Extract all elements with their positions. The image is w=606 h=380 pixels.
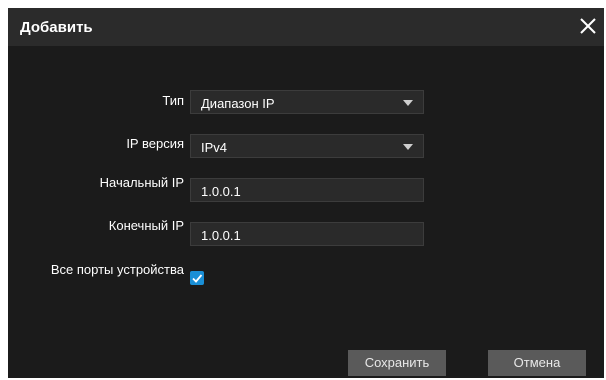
- type-select[interactable]: Диапазон IP: [190, 90, 424, 114]
- start-ip-label: Начальный IP: [99, 175, 184, 190]
- end-ip-input[interactable]: 1.0.0.1: [190, 222, 424, 246]
- type-select-value: Диапазон IP: [201, 96, 275, 111]
- save-button[interactable]: Сохранить: [348, 350, 446, 376]
- ip-version-select-value: IPv4: [201, 140, 228, 155]
- dialog-title: Добавить: [20, 19, 93, 36]
- ip-version-select[interactable]: IPv4: [190, 134, 424, 158]
- type-label: Тип: [162, 93, 184, 108]
- add-dialog: Добавить Тип Диапазон IP IP версия IPv4 …: [8, 8, 604, 378]
- ip-version-label: IP версия: [126, 136, 184, 151]
- end-ip-label: Конечный IP: [108, 218, 184, 233]
- chevron-down-icon: [403, 100, 413, 106]
- close-icon[interactable]: [578, 16, 598, 36]
- all-ports-label: Все порты устройства: [50, 262, 184, 277]
- all-ports-checkbox[interactable]: [190, 271, 204, 285]
- start-ip-input[interactable]: 1.0.0.1: [190, 178, 424, 202]
- dialog-titlebar: Добавить: [8, 8, 604, 46]
- chevron-down-icon: [403, 144, 413, 150]
- start-ip-value: 1.0.0.1: [201, 184, 241, 199]
- cancel-button[interactable]: Отмена: [488, 350, 586, 376]
- end-ip-value: 1.0.0.1: [201, 228, 241, 243]
- checkmark-icon: [192, 274, 203, 283]
